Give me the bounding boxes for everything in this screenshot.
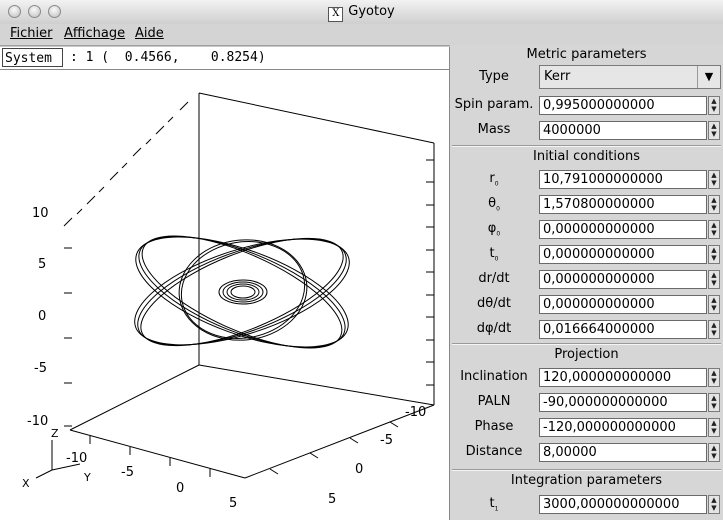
- dthetadt-label: dθ/dt: [477, 296, 511, 311]
- dthetadt-stepper[interactable]: ▲ ▼: [708, 295, 720, 314]
- inclination-stepper[interactable]: ▲ ▼: [708, 368, 720, 387]
- y-tick-0: 0: [355, 462, 363, 477]
- phi0-label: φ0: [487, 221, 501, 238]
- phase-label: Phase: [474, 419, 514, 434]
- divider: [452, 343, 721, 345]
- t1-stepper[interactable]: ▲ ▼: [708, 495, 720, 514]
- phase-stepper[interactable]: ▲ ▼: [708, 418, 720, 437]
- z-tick-10: 10: [32, 206, 49, 221]
- paln-stepper[interactable]: ▲ ▼: [708, 393, 720, 412]
- phase-field[interactable]: -120,000000000000: [539, 418, 707, 437]
- triad-label-y: Y: [83, 471, 91, 484]
- drdt-field[interactable]: 0,000000000000: [539, 270, 707, 289]
- theta0-label: θ0: [488, 196, 500, 213]
- dphidt-label: dφ/dt: [476, 321, 512, 336]
- mass-stepper[interactable]: ▲ ▼: [708, 121, 720, 140]
- window-title: Gyotoy: [348, 4, 395, 19]
- menu-affichage[interactable]: Affichage: [64, 26, 125, 41]
- divider: [452, 469, 721, 471]
- inclination-field[interactable]: 120,000000000000: [539, 368, 707, 387]
- z-tick-neg5: -5: [34, 361, 47, 376]
- orbit-trajectory: [134, 235, 350, 349]
- mass-field[interactable]: 4000000: [539, 121, 707, 140]
- theta0-field[interactable]: 1,570800000000: [539, 195, 707, 214]
- triad-label-x: X: [22, 477, 30, 490]
- r0-stepper[interactable]: ▲ ▼: [708, 170, 720, 189]
- menu-fichier[interactable]: Fichier: [10, 26, 53, 41]
- paln-label: PALN: [477, 394, 511, 409]
- status-label: System: [2, 48, 63, 67]
- dthetadt-field[interactable]: 0,000000000000: [539, 295, 707, 314]
- t1-label: t1: [489, 496, 499, 513]
- mass-label: Mass: [477, 122, 511, 137]
- integration-section-title: Integration parameters: [510, 473, 663, 488]
- t0-label: t0: [489, 246, 499, 263]
- distance-label: Distance: [465, 444, 523, 459]
- orbit-plot-area[interactable]: 10 5 0 -5 -10 -10 -5 0 5 -10 -5 0 5 Z Y …: [0, 70, 450, 520]
- orbit-3d-plot[interactable]: 10 5 0 -5 -10 -10 -5 0 5 -10 -5 0 5 Z Y …: [0, 70, 449, 520]
- menu-aide[interactable]: Aide: [135, 26, 164, 41]
- window-titlebar[interactable]: X Gyotoy: [0, 0, 723, 25]
- inclination-label: Inclination: [460, 369, 528, 384]
- z-tick-5: 5: [38, 257, 46, 272]
- t1-field[interactable]: 3000,000000000000: [539, 495, 707, 514]
- phi0-stepper[interactable]: ▲ ▼: [708, 220, 720, 239]
- t0-field[interactable]: 0,000000000000: [539, 245, 707, 264]
- plot-labels: 10 5 0 -5 -10 -10 -5 0 5 -10 -5 0 5 Z Y …: [22, 206, 426, 511]
- parameter-panel: Metric parameters Type Kerr ▼ Spin param…: [450, 45, 723, 520]
- r0-field[interactable]: 10,791000000000: [539, 170, 707, 189]
- paln-field[interactable]: -90,000000000000: [539, 393, 707, 412]
- window-title-area: X Gyotoy: [0, 4, 723, 22]
- metric-type-combo[interactable]: Kerr ▼: [539, 65, 721, 89]
- chevron-down-icon[interactable]: ▼: [697, 66, 720, 88]
- x-tick-5: 5: [229, 496, 237, 511]
- z-tick-neg10: -10: [27, 414, 48, 429]
- phi0-field[interactable]: 0,000000000000: [539, 220, 707, 239]
- x-tick-neg5: -5: [121, 465, 134, 480]
- type-label: Type: [479, 69, 509, 84]
- x-tick-0: 0: [176, 481, 184, 496]
- metric-section-title: Metric parameters: [526, 47, 647, 62]
- spin-field[interactable]: 0,995000000000: [539, 96, 707, 115]
- z-tick-0: 0: [38, 309, 46, 324]
- spin-label: Spin param.: [454, 97, 534, 112]
- y-tick-neg10: -10: [405, 405, 426, 420]
- x11-icon: X: [328, 7, 344, 22]
- theta0-stepper[interactable]: ▲ ▼: [708, 195, 720, 214]
- drdt-label: dr/dt: [478, 271, 510, 286]
- drdt-stepper[interactable]: ▲ ▼: [708, 270, 720, 289]
- divider: [452, 145, 721, 147]
- distance-stepper[interactable]: ▲ ▼: [708, 443, 720, 462]
- r0-label: r0: [489, 171, 499, 188]
- triad-label-z: Z: [51, 427, 59, 440]
- y-tick-5: 5: [328, 492, 336, 507]
- metric-type-value: Kerr: [544, 69, 571, 84]
- x-tick-neg10: -10: [66, 451, 87, 466]
- dphidt-field[interactable]: 0,016664000000: [539, 320, 707, 339]
- spin-stepper[interactable]: ▲ ▼: [708, 96, 720, 115]
- distance-field[interactable]: 8,00000: [539, 443, 707, 462]
- plot-ticks: [63, 101, 434, 477]
- menubar: Fichier Affichage Aide: [0, 24, 723, 46]
- projection-section-title: Projection: [554, 347, 619, 362]
- status-bar: System : 1 ( 0.4566, 0.8254): [0, 47, 450, 70]
- dphidt-stepper[interactable]: ▲ ▼: [708, 320, 720, 339]
- y-tick-neg5: -5: [380, 433, 393, 448]
- status-coordinates: : 1 ( 0.4566, 0.8254): [70, 50, 266, 65]
- initial-section-title: Initial conditions: [533, 149, 640, 164]
- t0-stepper[interactable]: ▲ ▼: [708, 245, 720, 264]
